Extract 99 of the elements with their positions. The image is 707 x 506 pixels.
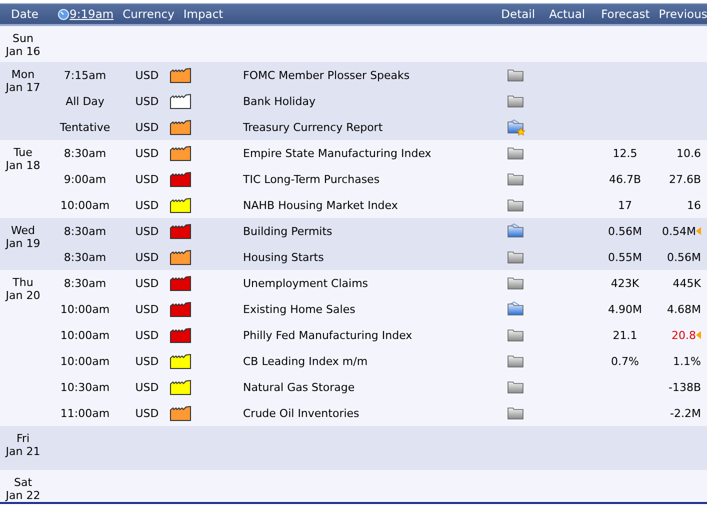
event-time: 7:15am <box>62 68 108 82</box>
previous-value: 445K <box>672 276 701 290</box>
event-time: 10:30am <box>59 380 111 394</box>
currency-code: USD <box>134 146 160 160</box>
column-header: Previous <box>658 7 707 21</box>
folder-icon[interactable] <box>507 92 525 110</box>
event-title: CB Leading Index m/m <box>243 354 369 368</box>
forecast-value: 423K <box>610 276 640 290</box>
folder-icon[interactable] <box>507 66 525 84</box>
forecast-value: 17 <box>618 198 632 212</box>
currency-code: USD <box>134 250 160 264</box>
folder-icon[interactable] <box>507 118 525 136</box>
currency-code: USD <box>134 276 160 290</box>
forecast-value: 46.7B <box>608 172 642 186</box>
currency-code: USD <box>134 172 160 186</box>
date-label: Jan 18 <box>4 159 42 172</box>
date-label: Jan 16 <box>4 45 42 58</box>
currency-code: USD <box>134 380 160 394</box>
date-label: Jan 17 <box>4 81 42 94</box>
forecast-value: 0.56M <box>608 224 642 238</box>
currency-code: USD <box>134 302 160 316</box>
folder-icon[interactable] <box>507 300 525 318</box>
column-header: Date <box>11 7 38 21</box>
event-time: All Day <box>64 94 106 108</box>
event-title: Natural Gas Storage <box>243 380 356 394</box>
day-label: Sun <box>12 32 34 45</box>
event-time: 10:00am <box>59 328 111 342</box>
event-time: 10:00am <box>59 198 111 212</box>
previous-value: 16 <box>687 198 701 212</box>
currency-code: USD <box>134 198 160 212</box>
event-title: Crude Oil Inventories <box>243 406 360 420</box>
previous-value: 1.1% <box>673 354 701 368</box>
event-title: TIC Long-Term Purchases <box>243 172 381 186</box>
column-header: Detail <box>501 7 536 21</box>
previous-value: 4.68M <box>667 302 701 316</box>
folder-icon[interactable] <box>507 144 525 162</box>
day-label: Sat <box>12 476 34 489</box>
folder-icon[interactable] <box>507 378 525 396</box>
folder-icon[interactable] <box>507 222 525 240</box>
folder-icon[interactable] <box>507 196 525 214</box>
event-time: 8:30am <box>62 250 108 264</box>
currency-code: USD <box>134 120 160 134</box>
event-time: Tentative <box>58 120 112 134</box>
column-header: Actual <box>549 7 586 21</box>
previous-value: 10.6 <box>676 146 701 160</box>
currency-code: USD <box>134 68 160 82</box>
date-label: Jan 22 <box>4 489 42 502</box>
currency-code: USD <box>134 224 160 238</box>
previous-value: 20.8 <box>672 328 696 342</box>
currency-code: USD <box>134 94 160 108</box>
event-title: Unemployment Claims <box>243 276 370 290</box>
event-time: 10:00am <box>59 354 111 368</box>
event-time: 8:30am <box>62 146 108 160</box>
forecast-value: 12.5 <box>612 146 638 160</box>
day-label: Fri <box>15 432 31 445</box>
currency-code: USD <box>134 354 160 368</box>
event-title: Building Permits <box>243 224 334 238</box>
event-time: 11:00am <box>59 406 111 420</box>
event-title: Housing Starts <box>243 250 325 264</box>
date-label: Jan 19 <box>4 237 42 250</box>
date-label: Jan 20 <box>4 289 42 302</box>
previous-value: 27.6B <box>668 172 701 186</box>
folder-icon[interactable] <box>507 326 525 344</box>
forecast-value: 21.1 <box>612 328 638 342</box>
column-header: Currency <box>122 7 174 21</box>
previous-value: 0.54M <box>662 224 696 238</box>
column-header: Forecast <box>601 7 650 21</box>
forecast-value: 0.7% <box>611 354 639 368</box>
day-label: Tue <box>12 146 34 159</box>
previous-value: 0.56M <box>667 250 701 264</box>
event-title: Treasury Currency Report <box>243 120 384 134</box>
forecast-value: 0.55M <box>608 250 642 264</box>
event-title: Empire State Manufacturing Index <box>243 146 432 160</box>
time-link[interactable]: 9:19am <box>70 7 114 21</box>
event-time: 9:00am <box>62 172 108 186</box>
day-label: Wed <box>10 224 36 237</box>
forecast-value: 4.90M <box>608 302 642 316</box>
event-time: 8:30am <box>62 276 108 290</box>
previous-value: -2.2M <box>670 406 701 420</box>
event-title: FOMC Member Plosser Speaks <box>243 68 411 82</box>
day-label: Thu <box>12 276 34 289</box>
date-label: Jan 21 <box>4 445 42 458</box>
clock-icon[interactable] <box>58 8 68 20</box>
folder-icon[interactable] <box>507 404 525 422</box>
folder-icon[interactable] <box>507 170 525 188</box>
event-title: Existing Home Sales <box>243 302 356 316</box>
event-title: Bank Holiday <box>243 94 316 108</box>
previous-value: -138B <box>668 380 701 394</box>
folder-icon[interactable] <box>507 248 525 266</box>
currency-code: USD <box>134 328 160 342</box>
currency-code: USD <box>134 406 160 420</box>
event-title: NAHB Housing Market Index <box>243 198 399 212</box>
column-header: Impact <box>183 7 224 21</box>
folder-icon[interactable] <box>507 274 525 292</box>
event-time: 10:00am <box>59 302 111 316</box>
event-title: Philly Fed Manufacturing Index <box>243 328 414 342</box>
event-time: 8:30am <box>62 224 108 238</box>
day-label: Mon <box>10 68 36 81</box>
folder-icon[interactable] <box>507 352 525 370</box>
